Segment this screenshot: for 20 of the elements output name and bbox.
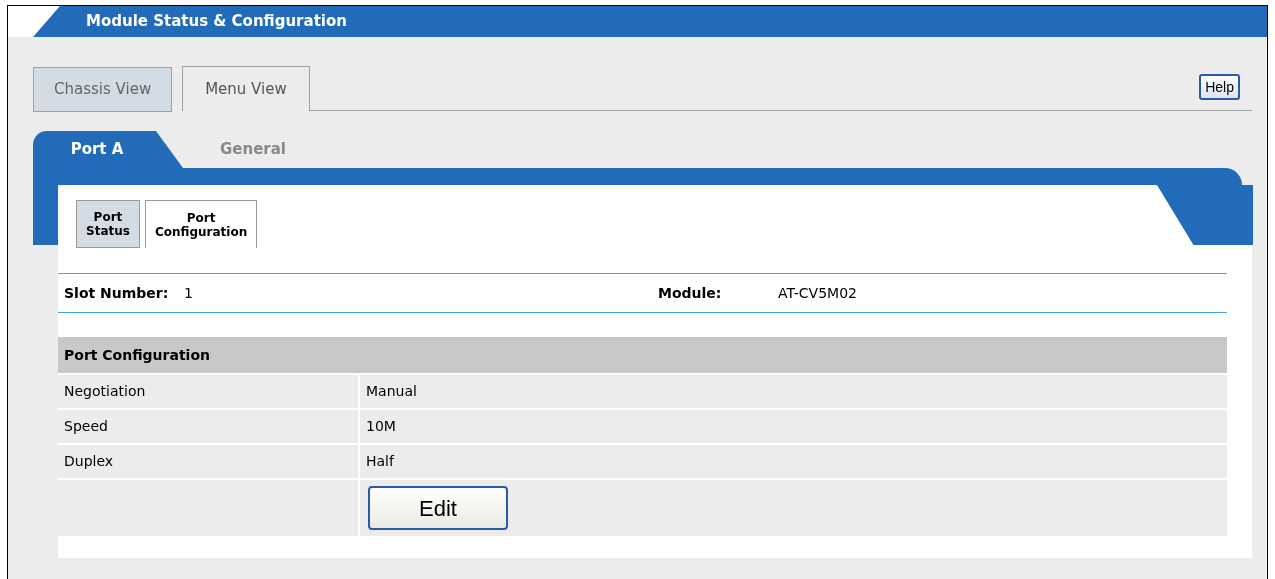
sub-tab[interactable]: Port Status [76,200,140,248]
table-cell: 10M [360,410,1227,443]
port-tab[interactable]: Port A [33,131,183,168]
field-label: Slot Number: [64,283,170,303]
table-cell: Half [360,445,1227,478]
table-header: Port Configuration [58,337,1227,373]
sub-tab[interactable]: Port Configuration [144,200,258,248]
table-cell: Speed [58,410,360,443]
field-value: 1 [184,283,193,303]
header-title: Module Status & Configuration [86,11,347,33]
table-cell: Negotiation [58,375,360,408]
view-tab[interactable]: Chassis View [33,67,173,112]
panel-edge [33,185,58,245]
field-label: Module: [658,283,723,303]
edit-button[interactable]: Edit [368,486,508,530]
table-cell: Manual [360,375,1227,408]
view-tab[interactable]: Menu View [182,66,310,111]
field-value: AT-CV5M02 [778,283,857,303]
help-button[interactable]: Help [1199,74,1240,100]
table-cell: Duplex [58,445,360,478]
